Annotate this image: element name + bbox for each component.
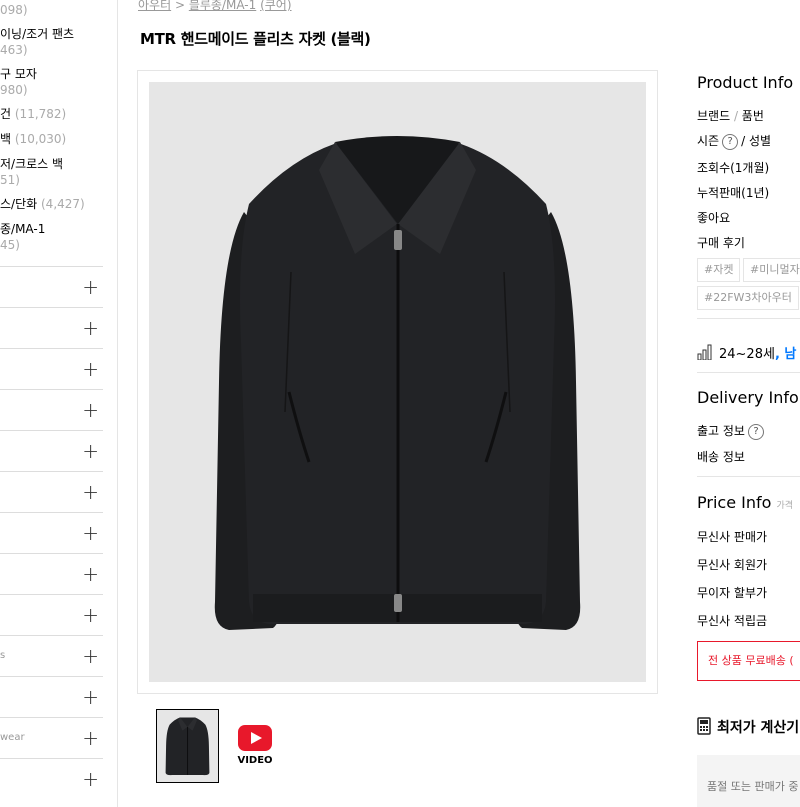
product-info-title: Product Info — [697, 73, 794, 92]
likes-label: 좋아요 — [697, 211, 731, 225]
jacket-thumbnail-image — [165, 717, 210, 776]
brand-sku-label: 브랜드 / 품번 — [697, 109, 764, 123]
sidebar-accordion-row[interactable]: + — [0, 553, 103, 594]
ship-from-label: 출고 정보? — [697, 422, 767, 440]
play-icon — [238, 725, 272, 751]
plus-icon: + — [82, 480, 99, 504]
sidebar-subitem[interactable]: 건 (11,782) — [0, 106, 66, 122]
sidebar-accordion-row[interactable]: wear + — [0, 717, 103, 758]
plus-icon: + — [82, 357, 99, 381]
breadcrumb-category-link[interactable]: 아우터 — [138, 0, 171, 12]
delivery-info-title: Delivery Info — [697, 388, 799, 407]
question-icon[interactable]: ? — [747, 423, 764, 440]
divider — [697, 318, 800, 319]
price-info-title: Price Info 가격 — [697, 493, 794, 512]
category-sidebar: 098) 이닝/조거 팬츠 463) 구 모자 980) 건 (11,782) 백 … — [0, 0, 103, 807]
price-row-label: 무이자 할부가 — [697, 586, 768, 600]
shipping-label: 배송 정보 — [697, 450, 745, 464]
price-row-label: 무신사 판매가 — [697, 530, 768, 544]
sidebar-subitem[interactable]: 스/단화 (4,427) — [0, 196, 85, 212]
sidebar-subitem[interactable]: 098) — [0, 2, 28, 18]
video-button[interactable]: VIDEO — [233, 725, 277, 771]
calculator-notice: 품절 또는 판매가 중 — [697, 755, 800, 807]
plus-icon: + — [82, 603, 99, 627]
plus-icon: + — [82, 644, 99, 668]
product-thumbnail[interactable] — [156, 709, 219, 783]
bar-chart-icon — [697, 344, 712, 361]
sidebar-accordion-row[interactable]: + — [0, 471, 103, 512]
sidebar-accordion-row[interactable]: + — [0, 348, 103, 389]
sidebar-subitem[interactable]: 이닝/조거 팬츠 463) — [0, 26, 74, 58]
plus-icon: + — [82, 685, 99, 709]
plus-icon: + — [82, 398, 99, 422]
sidebar-subitem[interactable]: 저/크로스 백 51) — [0, 156, 63, 188]
views-label: 조회수(1개월) — [697, 161, 770, 175]
age-gender-stat: 24~28세, 남 — [697, 343, 796, 362]
sidebar-accordion-row[interactable]: s + — [0, 635, 103, 676]
sales-label: 누적판매(1년) — [697, 186, 770, 200]
hashtag[interactable]: #자켓 — [697, 258, 741, 282]
season-gender-label: 시즌? / 성별 — [697, 133, 772, 150]
breadcrumb: 아우터 > 블루종/MA-1 (쿠어) — [138, 0, 292, 12]
divider — [697, 476, 800, 477]
sidebar-subitem[interactable]: 백 (10,030) — [0, 131, 66, 147]
divider — [697, 372, 800, 373]
product-title: MTR 핸드메이드 플리츠 자켓 (블랙) — [140, 30, 371, 48]
plus-icon: + — [82, 316, 99, 340]
plus-icon: + — [82, 439, 99, 463]
product-image-frame — [137, 70, 658, 694]
price-row-label: 무신사 적립금 — [697, 614, 768, 628]
sidebar-subitem[interactable]: 종/MA-1 45) — [0, 221, 45, 253]
product-image[interactable] — [149, 82, 646, 682]
reviews-label: 구매 후기 — [697, 236, 745, 250]
question-icon[interactable]: ? — [722, 133, 739, 150]
plus-icon: + — [82, 767, 99, 791]
breadcrumb-brand-link[interactable]: (쿠어) — [260, 0, 291, 12]
sidebar-subitem[interactable]: 구 모자 980) — [0, 66, 37, 98]
hashtag[interactable]: #22FW3차아우터 — [697, 286, 799, 310]
sidebar-accordion-row[interactable]: + — [0, 307, 103, 348]
sidebar-accordion-row[interactable]: + — [0, 676, 103, 717]
breadcrumb-subcategory-link[interactable]: 블루종/MA-1 — [189, 0, 256, 12]
sidebar-accordion-row[interactable]: + — [0, 512, 103, 553]
sidebar-accordion-row[interactable]: + — [0, 758, 103, 799]
plus-icon: + — [82, 521, 99, 545]
price-calculator-toggle[interactable]: 최저가 계산기 — [697, 717, 799, 737]
plus-icon: + — [82, 562, 99, 586]
plus-icon: + — [82, 726, 99, 750]
sidebar-accordion-row[interactable]: + — [0, 266, 103, 307]
price-row-label: 무신사 회원가 — [697, 558, 768, 572]
sidebar-accordion-row[interactable]: + — [0, 594, 103, 635]
jacket-image — [214, 136, 581, 630]
free-shipping-banner: 전 상품 무료배송 ( — [697, 641, 800, 681]
sidebar-accordion-row[interactable]: + — [0, 430, 103, 471]
plus-icon: + — [82, 275, 99, 299]
sidebar-accordion-row[interactable]: + — [0, 389, 103, 430]
calculator-icon — [697, 717, 711, 735]
product-info-panel: Product Info 브랜드 / 품번 시즌? / 성별 조회수(1개월) 누… — [697, 0, 800, 807]
hashtag[interactable]: #미니멀자 — [743, 258, 800, 282]
column-divider — [117, 0, 118, 807]
